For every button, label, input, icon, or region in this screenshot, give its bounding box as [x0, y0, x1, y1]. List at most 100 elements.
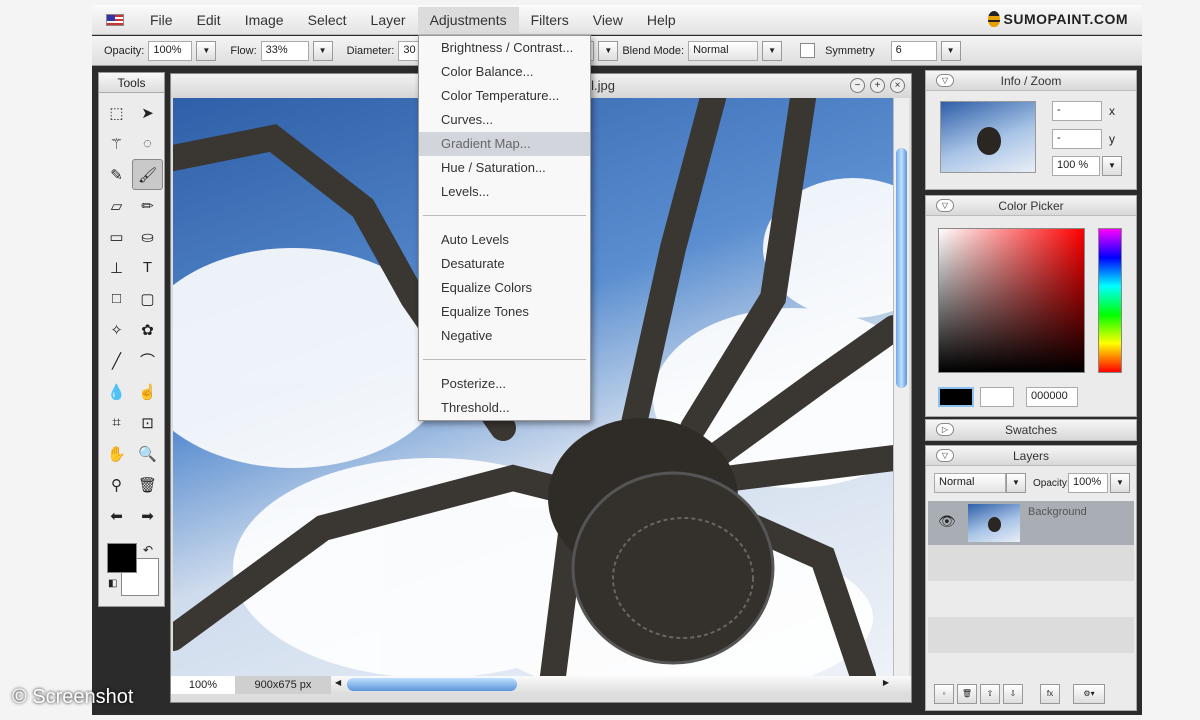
symmetry-checkbox[interactable] — [800, 43, 816, 58]
menu-item-equalize-tones[interactable]: Equalize Tones — [419, 300, 590, 324]
blend-mode-dropdown[interactable]: ▼ — [762, 40, 783, 61]
collapse-icon[interactable]: ▽ — [936, 449, 954, 462]
stamp-tool-icon[interactable]: ⊥ — [101, 252, 132, 283]
menu-item-auto-levels[interactable]: Auto Levels — [419, 228, 590, 252]
layer-settings-gear-icon[interactable]: ⚙▾ — [1073, 684, 1105, 704]
menu-item-color-balance[interactable]: Color Balance... — [419, 60, 590, 84]
new-layer-icon[interactable]: ▫ — [934, 684, 954, 704]
layer-opacity-input[interactable]: 100% — [1068, 473, 1108, 493]
crop-tool-icon[interactable]: ⌗ — [101, 407, 132, 438]
opacity-dropdown[interactable]: ▼ — [196, 40, 217, 61]
layer-effects-icon[interactable]: fx — [1040, 684, 1060, 704]
horizontal-scrollbar[interactable]: ◀ ▶ — [331, 676, 911, 694]
close-icon[interactable]: × — [890, 78, 905, 93]
gradient-tool-icon[interactable]: ▭ — [101, 221, 132, 252]
menu-select[interactable]: Select — [296, 7, 359, 33]
menu-image[interactable]: Image — [233, 7, 296, 33]
delete-layer-icon[interactable]: 🗑 — [957, 684, 977, 704]
lasso-tool-icon[interactable]: ◌ — [132, 128, 163, 159]
scroll-right-icon[interactable]: ▶ — [883, 678, 889, 687]
hue-slider[interactable] — [1098, 228, 1122, 373]
visibility-eye-icon[interactable]: 👁 — [938, 513, 956, 530]
horizontal-scroll-thumb[interactable] — [347, 678, 517, 691]
rectangle-select-tool-icon[interactable]: ⬚ — [101, 97, 132, 128]
flow-dropdown[interactable]: ▼ — [312, 40, 333, 61]
sumopaint-logo[interactable]: SUMOPAINT.COM — [987, 11, 1128, 27]
text-tool-icon[interactable]: T — [132, 252, 163, 283]
menu-adjustments[interactable]: Adjustments — [417, 6, 519, 33]
foreground-color-swatch[interactable] — [107, 543, 137, 573]
custom-shape-tool-icon[interactable]: ✧ — [101, 314, 132, 345]
flow-input[interactable]: 33% — [260, 40, 309, 61]
menu-help[interactable]: Help — [635, 7, 688, 33]
scroll-left-icon[interactable]: ◀ — [335, 678, 341, 687]
transform-tool-icon[interactable]: ⊡ — [132, 407, 163, 438]
menu-item-curves[interactable]: Curves... — [419, 108, 590, 132]
zoom-dropdown[interactable]: ▼ — [1102, 156, 1122, 176]
brush-tool-icon[interactable]: ✎ — [101, 159, 132, 190]
eyedropper-tool-icon[interactable]: ⚲ — [101, 469, 132, 500]
curve-tool-icon[interactable]: ⌒ — [132, 345, 163, 376]
menu-item-desaturate[interactable]: Desaturate — [419, 252, 590, 276]
hex-color-input[interactable]: 000000 — [1026, 387, 1078, 407]
move-layer-down-icon[interactable]: ⇩ — [1003, 684, 1023, 704]
expand-icon[interactable]: ▷ — [936, 423, 954, 436]
eraser-tool-icon[interactable]: ▱ — [101, 190, 132, 221]
hand-tool-icon[interactable]: ✋ — [101, 438, 132, 469]
menu-layer[interactable]: Layer — [359, 7, 418, 33]
blur-tool-icon[interactable]: 💧 — [101, 376, 132, 407]
reset-colors-icon[interactable]: ◧ — [108, 578, 117, 589]
move-tool-icon[interactable]: ➤ — [132, 97, 163, 128]
menu-item-brightness-contrast[interactable]: Brightness / Contrast... — [419, 36, 590, 60]
primary-color-swatch[interactable] — [938, 387, 974, 407]
vertical-scrollbar[interactable] — [893, 98, 909, 676]
swap-colors-icon[interactable]: ↶ — [143, 543, 153, 557]
trash-tool-icon[interactable]: 🗑 — [132, 469, 163, 500]
rectangle-tool-icon[interactable]: □ — [101, 283, 132, 314]
menu-item-negative[interactable]: Negative — [419, 324, 590, 348]
blend-mode-select[interactable]: Normal — [688, 40, 759, 61]
layer-blend-select[interactable]: Normal — [934, 473, 1006, 493]
navigator-thumbnail[interactable] — [940, 101, 1036, 173]
vertical-scroll-thumb[interactable] — [896, 148, 907, 388]
smudge-tool-icon[interactable]: ☝ — [132, 376, 163, 407]
menu-item-levels[interactable]: Levels... — [419, 180, 590, 204]
opacity-input[interactable]: 100% — [148, 40, 193, 61]
paintbrush-tool-icon[interactable]: 🖌 — [132, 159, 163, 190]
maximize-icon[interactable]: + — [870, 78, 885, 93]
layer-opacity-dropdown[interactable]: ▼ — [1110, 473, 1130, 493]
menu-filters[interactable]: Filters — [519, 7, 581, 33]
zoom-input[interactable]: 100 % — [1052, 156, 1100, 176]
menu-item-hue-saturation[interactable]: Hue / Saturation... — [419, 156, 590, 180]
menu-item-gradient-map[interactable]: Gradient Map... — [419, 132, 590, 156]
symmetry-dropdown[interactable]: ▼ — [940, 40, 961, 61]
move-layer-up-icon[interactable]: ⇧ — [980, 684, 1000, 704]
undo-arrow-tool-icon[interactable]: ⬅ — [101, 500, 132, 531]
secondary-color-swatch[interactable] — [980, 387, 1014, 407]
redo-arrow-tool-icon[interactable]: ➡ — [132, 500, 163, 531]
line-tool-icon[interactable]: ╱ — [101, 345, 132, 376]
collapse-icon[interactable]: ▽ — [936, 199, 954, 212]
swatches-panel[interactable]: ▷ Swatches — [925, 419, 1137, 441]
bucket-tool-icon[interactable]: ⛀ — [132, 221, 163, 252]
pencil-tool-icon[interactable]: ✏ — [132, 190, 163, 221]
menu-view[interactable]: View — [581, 7, 635, 33]
minimize-icon[interactable]: − — [850, 78, 865, 93]
menu-file[interactable]: File — [138, 7, 185, 33]
diameter-dropdown[interactable]: ▼ — [598, 40, 619, 61]
collapse-icon[interactable]: ▽ — [936, 74, 954, 87]
menu-item-equalize-colors[interactable]: Equalize Colors — [419, 276, 590, 300]
language-flag-icon[interactable] — [106, 13, 124, 26]
menu-edit[interactable]: Edit — [185, 7, 233, 33]
layer-row-background[interactable]: 👁 Background — [928, 501, 1134, 545]
magic-wand-tool-icon[interactable]: ⚚ — [101, 128, 132, 159]
layer-blend-dropdown[interactable]: ▼ — [1006, 473, 1026, 493]
symmetry-input[interactable]: 6 — [890, 40, 937, 61]
menu-item-posterize[interactable]: Posterize... — [419, 372, 590, 396]
menu-item-threshold[interactable]: Threshold... — [419, 396, 590, 420]
zoom-tool-icon[interactable]: 🔍 — [132, 438, 163, 469]
rounded-rectangle-tool-icon[interactable]: ▢ — [132, 283, 163, 314]
menu-item-color-temperature[interactable]: Color Temperature... — [419, 84, 590, 108]
saturation-brightness-field[interactable] — [938, 228, 1085, 373]
flower-shape-tool-icon[interactable]: ✿ — [132, 314, 163, 345]
